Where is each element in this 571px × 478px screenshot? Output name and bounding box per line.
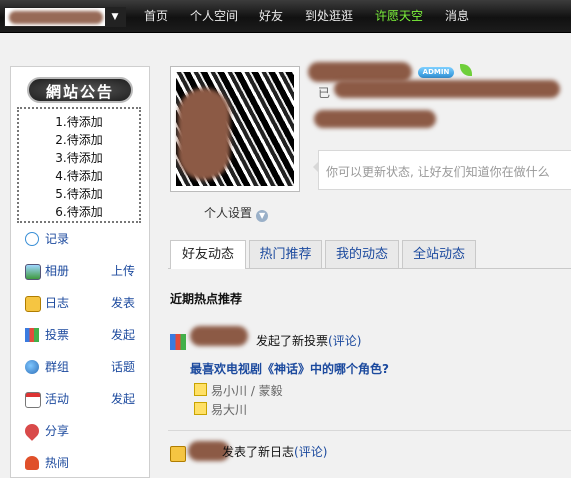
chevron-down-icon[interactable]: ▼ — [256, 210, 269, 222]
settings-label[interactable]: 个人设置 — [204, 206, 252, 220]
photo-icon — [25, 264, 41, 280]
notice-item: 4.待添加 — [55, 169, 103, 183]
nav-wish-sky[interactable]: 许愿天空 — [375, 8, 423, 24]
notice-item: 1.待添加 — [55, 115, 103, 129]
start-poll-link[interactable]: 发起 — [111, 325, 135, 345]
status-placeholder[interactable]: 你可以更新状态, 让好友们知道你在做什么 — [326, 163, 550, 180]
sidebar-item-label[interactable]: 群组 — [45, 357, 69, 377]
top-nav-bar: ▼ 首页 个人空间 好友 到处逛逛 许愿天空 消息 — [0, 0, 571, 33]
redacted-username[interactable] — [190, 326, 248, 346]
redacted-username — [9, 11, 103, 24]
notebook-icon — [25, 296, 41, 312]
left-sidebar: 網站公告 1.待添加 2.待添加 3.待添加 4.待添加 5.待添加 6.待添加… — [10, 66, 150, 478]
leaf-icon — [460, 64, 472, 76]
personal-settings-link[interactable]: 个人设置 ▼ — [204, 204, 269, 222]
avatar-image — [176, 72, 294, 186]
option-box-icon — [194, 402, 207, 415]
notice-item: 2.待添加 — [55, 133, 103, 147]
notice-item: 3.待添加 — [55, 151, 103, 165]
sidebar-item-label[interactable]: 热闹 — [45, 453, 69, 473]
feed-item-blog-text: 发表了新日志(评论) — [222, 443, 327, 460]
sidebar-item-label[interactable]: 分享 — [45, 421, 69, 441]
bar-chart-icon — [25, 328, 39, 342]
poll-question-link[interactable]: 最喜欢电视剧《神话》中的哪个角色? — [190, 360, 389, 377]
profile-info-prefix: 已 — [318, 86, 331, 100]
poll-icon — [170, 334, 186, 350]
user-menu-dropdown[interactable]: ▼ — [4, 7, 126, 27]
site-notice-title: 網站公告 — [27, 77, 133, 103]
sidebar-item-group[interactable]: 群组 话题 — [25, 357, 145, 377]
redacted-face — [178, 88, 230, 180]
sidebar-item-event[interactable]: 活动 发起 — [25, 389, 145, 409]
site-notice-box: 1.待添加 2.待添加 3.待添加 4.待添加 5.待添加 6.待添加 — [17, 107, 141, 223]
nav-personal-space[interactable]: 个人空间 — [190, 8, 238, 24]
sidebar-item-hot[interactable]: 热闹 — [25, 453, 145, 473]
calendar-icon — [25, 392, 41, 408]
speech-caret — [313, 161, 319, 173]
poll-option[interactable]: 易小川 / 蒙毅 — [194, 383, 283, 399]
tab-my-feed[interactable]: 我的动态 — [325, 240, 399, 268]
sidebar-item-record[interactable]: 记录 — [25, 229, 145, 249]
start-event-link[interactable]: 发起 — [111, 389, 135, 409]
feed-action: 发起了新投票 — [256, 334, 329, 348]
flame-icon — [25, 456, 39, 470]
chevron-down-icon[interactable]: ▼ — [105, 8, 125, 26]
poll-option-label[interactable]: 易小川 / 蒙毅 — [211, 384, 283, 398]
notice-item: 5.待添加 — [55, 187, 103, 201]
status-update-input[interactable]: 你可以更新状态, 让好友们知道你在做什么 — [313, 150, 571, 190]
comment-link[interactable]: (评论) — [294, 445, 327, 459]
sidebar-item-label[interactable]: 投票 — [45, 325, 69, 345]
publish-link[interactable]: 发表 — [111, 293, 135, 313]
feed-action: 发表了新日志 — [222, 445, 295, 459]
redacted-profile-stats — [314, 110, 436, 128]
sidebar-item-poll[interactable]: 投票 发起 — [25, 325, 145, 345]
sidebar-item-share[interactable]: 分享 — [22, 421, 145, 441]
upload-link[interactable]: 上传 — [111, 261, 135, 281]
sidebar-item-label[interactable]: 日志 — [45, 293, 69, 313]
notebook-icon — [170, 446, 186, 462]
poll-option-label[interactable]: 易大川 — [211, 403, 247, 417]
feed-divider — [168, 430, 571, 431]
section-title: 近期热点推荐 — [170, 292, 243, 306]
nav-home[interactable]: 首页 — [144, 8, 168, 24]
comment-link[interactable]: (评论) — [328, 334, 361, 348]
sidebar-item-album[interactable]: 相册 上传 — [25, 261, 145, 281]
avatar[interactable] — [170, 66, 300, 192]
sidebar-item-label[interactable]: 活动 — [45, 389, 69, 409]
admin-badge: ADMIN — [418, 67, 454, 78]
sidebar-item-label[interactable]: 相册 — [45, 261, 69, 281]
tab-friends-feed[interactable]: 好友动态 — [170, 240, 246, 269]
tab-site-feed[interactable]: 全站动态 — [402, 240, 476, 268]
feed-item-poll-text: 发起了新投票(评论) — [256, 332, 361, 349]
speech-bubble-icon — [25, 232, 39, 246]
notice-item: 6.待添加 — [55, 205, 103, 219]
tab-hot-recommend[interactable]: 热门推荐 — [249, 240, 322, 268]
heart-icon — [22, 421, 42, 441]
group-icon — [25, 360, 39, 374]
redacted-profile-info — [334, 80, 560, 98]
sidebar-item-blog[interactable]: 日志 发表 — [25, 293, 145, 313]
option-box-icon — [194, 383, 207, 396]
nav-friends[interactable]: 好友 — [259, 8, 283, 24]
nav-browse[interactable]: 到处逛逛 — [305, 8, 353, 24]
nav-messages[interactable]: 消息 — [445, 8, 469, 24]
sidebar-item-label[interactable]: 记录 — [45, 229, 69, 249]
topic-link[interactable]: 话题 — [111, 357, 135, 377]
poll-option[interactable]: 易大川 — [194, 402, 247, 418]
redacted-display-name — [308, 62, 412, 82]
